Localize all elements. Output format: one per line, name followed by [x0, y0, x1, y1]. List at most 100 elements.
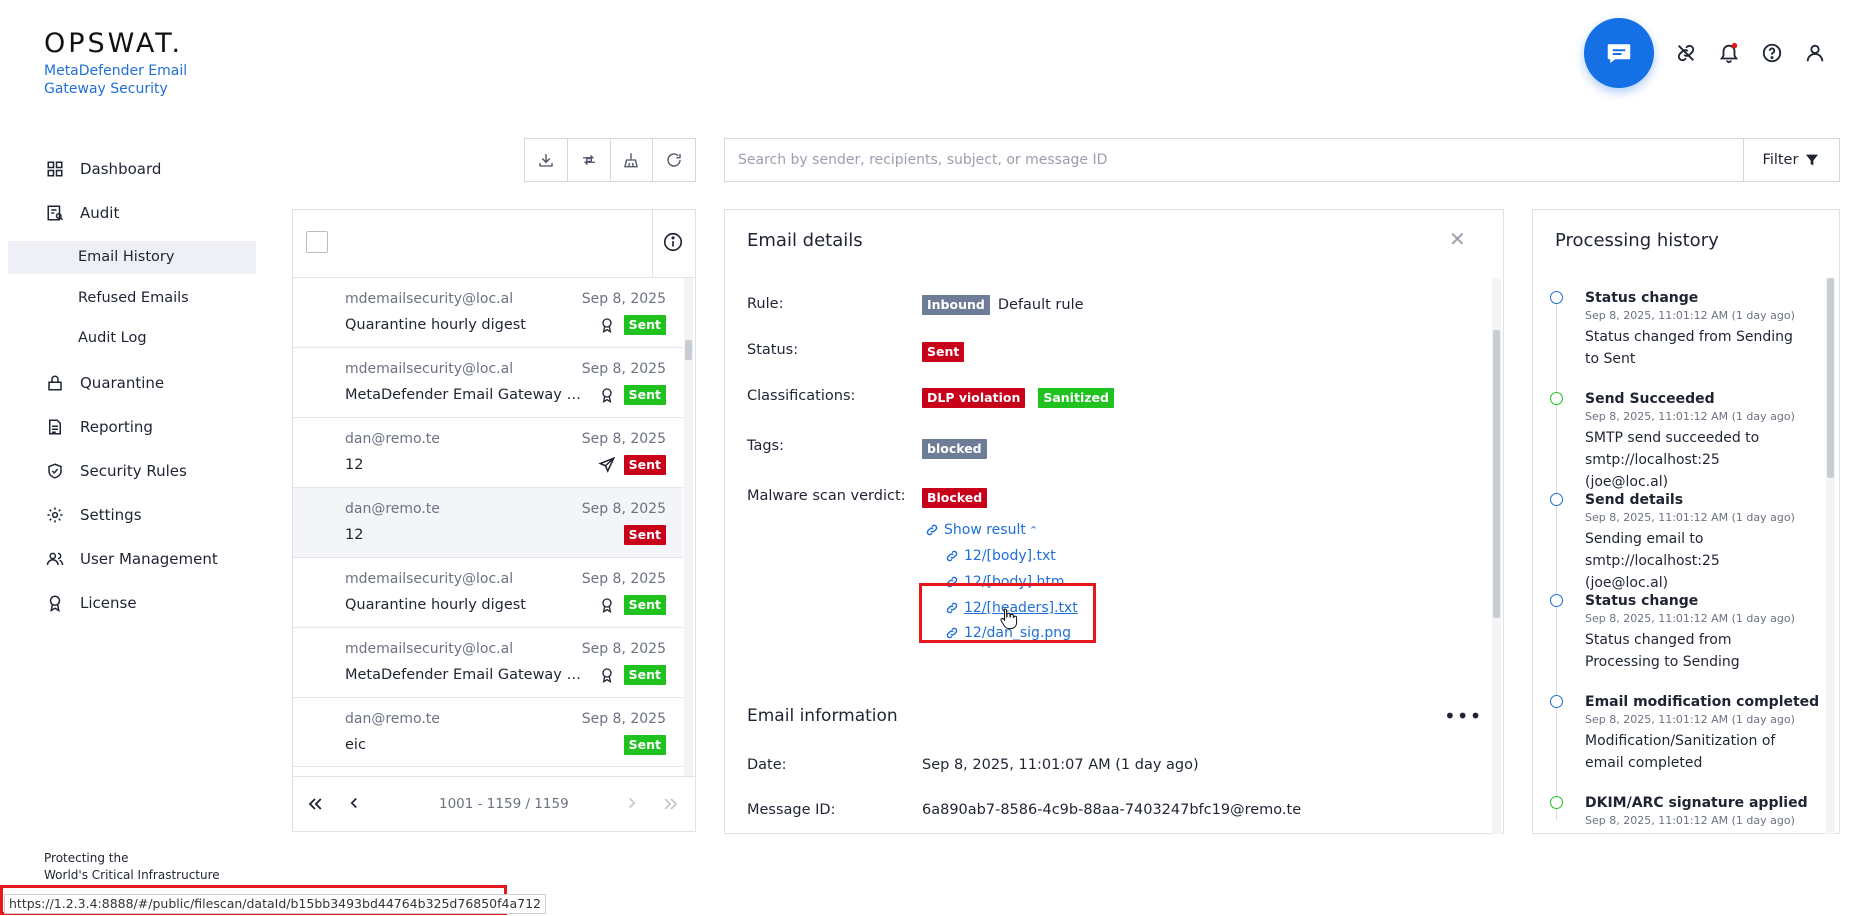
- sidebar-item-security-rules[interactable]: Security Rules: [44, 457, 187, 485]
- next-page-button[interactable]: [623, 794, 641, 816]
- sanitize-button[interactable]: [611, 139, 654, 181]
- header-divider: [652, 210, 653, 277]
- list-scrollbar-thumb[interactable]: [685, 340, 692, 360]
- help-button[interactable]: [1759, 40, 1785, 66]
- sidebar-item-settings[interactable]: Settings: [44, 501, 142, 529]
- history-item-desc: Status changed from Processing to Sendin…: [1585, 632, 1740, 670]
- history-item-title: Email modification completed: [1585, 694, 1820, 710]
- award-icon: [598, 666, 616, 684]
- last-page-button[interactable]: [661, 794, 681, 818]
- history-item-desc: Modification/Sanitization of email compl…: [1585, 733, 1776, 771]
- chevron-up-icon: ⌃: [1028, 523, 1039, 537]
- sidebar-item-label: Security Rules: [80, 462, 187, 480]
- email-subject: Quarantine hourly digest: [345, 317, 526, 333]
- email-date: Sep 8, 2025: [581, 361, 666, 377]
- history-item: DKIM/ARC signature applied Sep 8, 2025, …: [1585, 795, 1808, 831]
- email-from: mdemailsecurity@loc.al: [345, 361, 514, 377]
- first-page-button[interactable]: [305, 794, 325, 818]
- email-subject: MetaDefender Email Gateway Security Repo…: [345, 387, 585, 403]
- email-row[interactable]: mdemailsecurity@loc.al MetaDefender Emai…: [293, 628, 683, 698]
- details-scrollbar-thumb[interactable]: [1493, 330, 1500, 618]
- history-item-desc: Status changed from Sending to Sent: [1585, 329, 1793, 367]
- sidebar-item-license[interactable]: License: [44, 589, 137, 617]
- sidebar-item-quarantine[interactable]: Quarantine: [44, 369, 164, 397]
- email-row[interactable]: dan@remo.te 12 Sep 8, 2025 Sent: [293, 418, 683, 488]
- email-from: mdemailsecurity@loc.al: [345, 641, 514, 657]
- sidebar-item-user-management[interactable]: User Management: [44, 545, 218, 573]
- email-details-panel: [724, 209, 1504, 834]
- refresh-button[interactable]: [653, 139, 695, 181]
- date-value: Sep 8, 2025, 11:01:07 AM (1 day ago): [922, 757, 1199, 773]
- email-row[interactable]: mdemailsecurity@loc.al Quarantine hourly…: [293, 558, 683, 628]
- file-link[interactable]: 12/[body].txt: [945, 548, 1056, 564]
- status-badge: Sent: [922, 342, 965, 362]
- notifications-button[interactable]: [1716, 40, 1742, 66]
- sidebar-item-email-history[interactable]: Email History: [78, 244, 174, 270]
- show-result-label: Show result: [944, 522, 1026, 538]
- status-label: Status:: [747, 342, 799, 358]
- email-subject: 12: [345, 457, 364, 473]
- status-bar-url: https://1.2.3.4:8888/#/public/filescan/d…: [4, 894, 547, 914]
- email-from: dan@remo.te: [345, 501, 440, 517]
- sidebar-item-audit[interactable]: Audit: [44, 199, 119, 227]
- chevron-right-icon: [629, 797, 636, 809]
- history-item-title: Status change: [1585, 290, 1699, 306]
- info-button[interactable]: [662, 231, 684, 253]
- more-icon: •••: [1444, 704, 1483, 728]
- email-list-header: [293, 210, 695, 278]
- sanitized-badge: Sanitized: [1038, 388, 1114, 408]
- tags-value: blocked: [922, 439, 987, 459]
- hand-cursor-icon: [999, 607, 1019, 633]
- email-row[interactable]: mdemailsecurity@loc.al Quarantine hourly…: [293, 278, 683, 348]
- email-date: Sep 8, 2025: [581, 291, 666, 307]
- bell-icon: [1719, 42, 1739, 64]
- sidebar-item-label: Settings: [80, 506, 142, 524]
- classifications-label: Classifications:: [747, 388, 856, 404]
- filter-icon: [1806, 154, 1819, 166]
- sidebar-item-label: Audit: [80, 204, 120, 222]
- search-input[interactable]: Search by sender, recipients, subject, o…: [724, 138, 1744, 182]
- timeline-dot: [1550, 796, 1563, 809]
- chat-button[interactable]: [1584, 18, 1654, 88]
- sidebar-item-label: License: [80, 594, 137, 612]
- sidebar-item-audit-log[interactable]: Audit Log: [78, 325, 147, 351]
- history-title: Processing history: [1555, 230, 1719, 251]
- email-row[interactable]: dan@remo.te eic Sep 8, 2025 Sent: [293, 698, 683, 767]
- email-row[interactable]: mdemailsecurity@loc.al MetaDefender Emai…: [293, 348, 683, 418]
- more-options-button[interactable]: •••: [1444, 704, 1482, 728]
- help-icon: [1762, 43, 1782, 63]
- double-chevron-right-icon: [664, 798, 678, 810]
- user-button[interactable]: [1802, 40, 1828, 66]
- download-button[interactable]: [525, 139, 568, 181]
- close-button[interactable]: ✕: [1449, 227, 1466, 251]
- prev-page-button[interactable]: [345, 794, 363, 816]
- sidebar-item-label: Dashboard: [80, 160, 162, 178]
- timeline-dot: [1550, 291, 1563, 304]
- history-item: Send Succeeded Sep 8, 2025, 11:01:12 AM …: [1585, 391, 1805, 493]
- tagline-line-1: Protecting the: [44, 851, 129, 865]
- sidebar-item-refused-emails[interactable]: Refused Emails: [78, 285, 189, 311]
- gear-icon: [44, 504, 66, 526]
- link-button[interactable]: [1673, 40, 1699, 66]
- sidebar-item-reporting[interactable]: Reporting: [44, 413, 153, 441]
- email-subject: MetaDefender Email Gateway Security Repo…: [345, 667, 585, 683]
- select-all-checkbox[interactable]: [306, 231, 328, 253]
- reprocess-button[interactable]: [568, 139, 611, 181]
- email-date: Sep 8, 2025: [581, 431, 666, 447]
- award-icon: [598, 386, 616, 404]
- history-item-time: Sep 8, 2025, 11:01:12 AM (1 day ago): [1585, 713, 1795, 726]
- history-item-desc: SMTP send succeeded to smtp://localhost:…: [1585, 430, 1760, 490]
- show-result-toggle[interactable]: Show result ⌃: [925, 522, 1038, 538]
- file-name: 12/[body].txt: [964, 548, 1056, 564]
- sidebar-item-dashboard[interactable]: Dashboard: [44, 155, 161, 183]
- tagline-line-2: World's Critical Infrastructure: [44, 868, 220, 882]
- sidebar-item-label: Quarantine: [80, 374, 165, 392]
- history-item: Send details Sep 8, 2025, 11:01:12 AM (1…: [1585, 492, 1805, 594]
- filter-button[interactable]: Filter: [1744, 138, 1840, 182]
- message-id-value: 6a890ab7-8586-4c9b-88aa-7403247bfc19@rem…: [922, 802, 1302, 818]
- filter-label: Filter: [1762, 152, 1799, 168]
- chevron-left-icon: [350, 797, 357, 809]
- tags-label: Tags:: [747, 438, 784, 454]
- history-scrollbar-thumb[interactable]: [1827, 278, 1834, 478]
- email-row-selected[interactable]: dan@remo.te 12 Sep 8, 2025 Sent: [293, 488, 683, 558]
